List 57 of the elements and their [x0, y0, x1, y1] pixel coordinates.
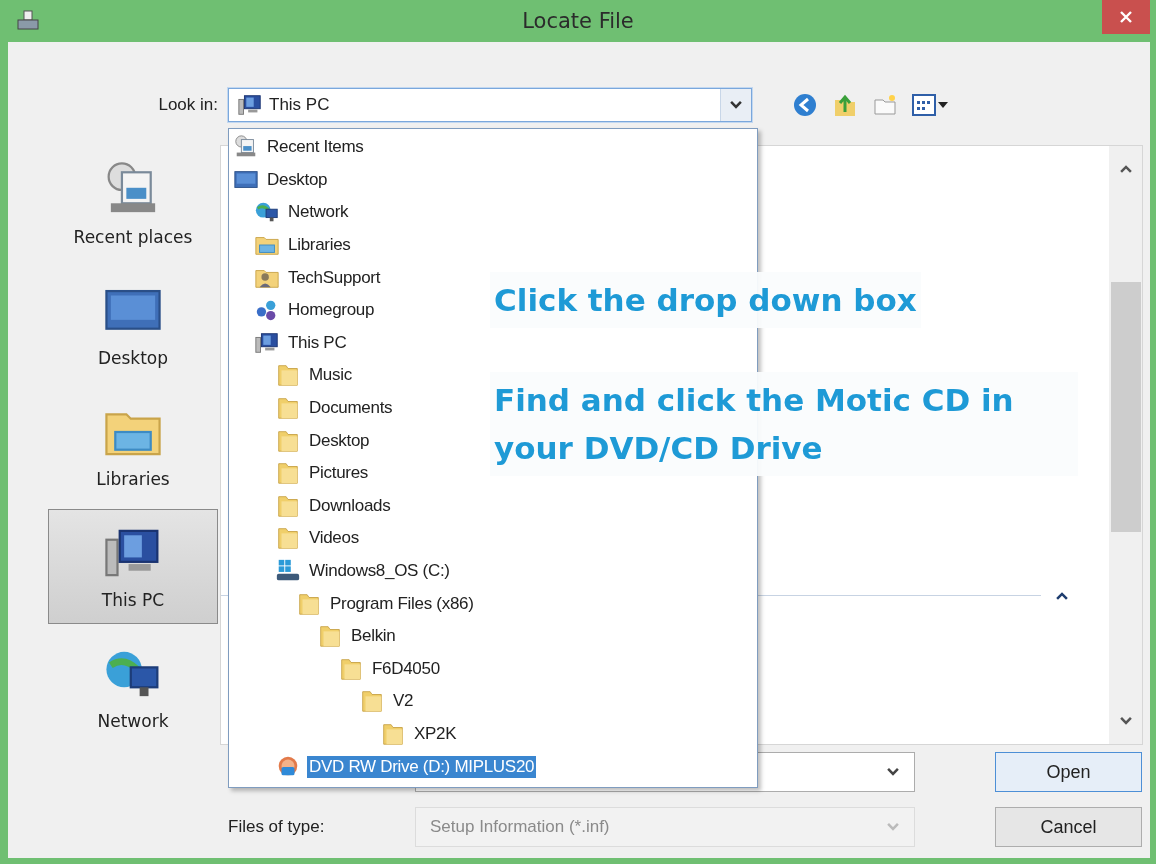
scroll-down-icon [1118, 716, 1133, 726]
location-item[interactable]: Windows8_OS (C:) [307, 560, 452, 582]
open-button[interactable]: Open [995, 752, 1142, 792]
location-item[interactable]: Music [307, 364, 354, 387]
up-folder-button[interactable] [832, 92, 858, 118]
location-item[interactable]: Pictures [307, 462, 370, 485]
folder-icon [380, 721, 406, 747]
view-menu-button[interactable] [912, 94, 948, 116]
location-item[interactable]: Homegroup [286, 299, 377, 322]
collapse-chevron-icon [1055, 591, 1069, 601]
computer-icon [237, 92, 263, 118]
location-item[interactable]: DVD RW Drive (D:) MIPLUS20 [307, 755, 537, 778]
folder-icon [275, 525, 301, 552]
place-button[interactable]: Desktop [48, 266, 218, 382]
scroll-thumb[interactable] [1110, 282, 1141, 532]
chevron-down-icon [886, 767, 900, 777]
folder-icon [317, 623, 343, 650]
location-item[interactable]: V2 [391, 690, 416, 713]
folder-icon [359, 688, 385, 715]
instruction-tooltip: Click the drop down box [490, 272, 921, 329]
place-button[interactable]: Network [48, 629, 218, 745]
location-item[interactable]: Recent Items [265, 136, 366, 159]
vertical-scrollbar[interactable] [1109, 146, 1142, 744]
location-item[interactable]: Videos [307, 527, 361, 550]
folder-icon [275, 395, 301, 422]
location-item[interactable]: TechSupport [286, 266, 383, 289]
place-button[interactable]: This PC [48, 508, 218, 624]
instruction-tooltip: Find and click the Motic CD in your DVD/CD Drive [490, 372, 1078, 477]
back-button[interactable] [792, 92, 818, 118]
chevron-down-icon [886, 822, 900, 832]
location-item[interactable]: XP2K [412, 723, 459, 745]
close-icon [1119, 10, 1133, 24]
location-item[interactable]: Desktop [307, 429, 372, 452]
close-button[interactable] [1102, 0, 1150, 34]
look-in-label: Look in: [157, 95, 219, 115]
chevron-down-icon [729, 100, 743, 110]
folder-icon [275, 460, 301, 487]
scanner-icon [16, 9, 40, 33]
location-item[interactable]: Program Files (x86) [328, 592, 476, 615]
location-item[interactable]: Desktop [265, 168, 330, 191]
location-item[interactable]: This PC [286, 331, 349, 354]
location-item[interactable]: Downloads [307, 494, 393, 517]
window-title: Locate File [521, 9, 635, 33]
file-type-label: Files of type: [228, 817, 326, 837]
scroll-up-icon [1118, 164, 1133, 174]
place-button[interactable]: Recent places [48, 145, 218, 261]
caret-down-icon [938, 102, 948, 108]
location-item[interactable]: Network [286, 201, 351, 224]
cancel-button[interactable]: Cancel [995, 807, 1142, 847]
location-item[interactable]: Documents [307, 397, 395, 420]
look-in-combo[interactable]: This PC [228, 88, 752, 122]
new-folder-button[interactable] [872, 92, 898, 118]
location-item[interactable]: F6D4050 [370, 657, 442, 680]
folder-icon [275, 362, 301, 389]
location-item[interactable]: Belkin [349, 625, 398, 648]
place-button[interactable]: Libraries [48, 387, 218, 503]
location-item[interactable]: Libraries [286, 234, 353, 257]
